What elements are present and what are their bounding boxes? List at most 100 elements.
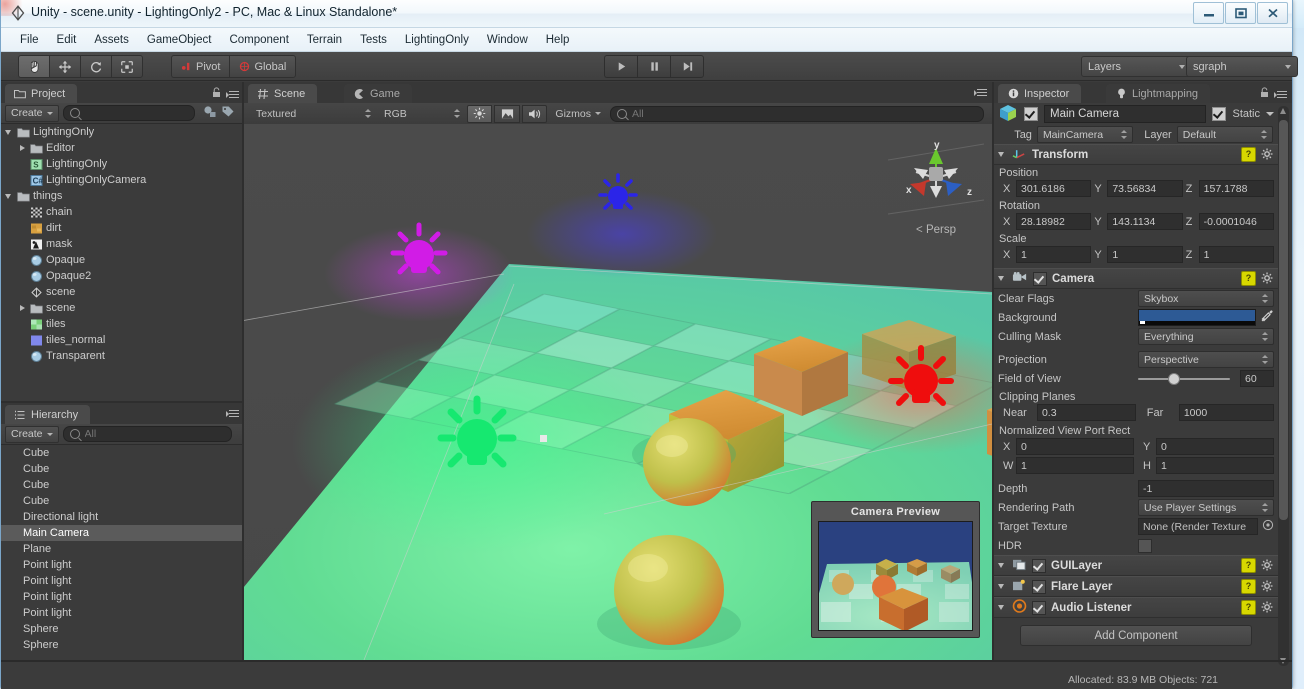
render-mode-dropdown[interactable]: RGB [378, 106, 465, 122]
menu-file[interactable]: File [11, 31, 48, 49]
viewport-h-field[interactable]: 1 [1156, 457, 1274, 474]
hierarchy-item[interactable]: Cube [1, 461, 244, 477]
clear-flags-dropdown[interactable]: Skybox [1138, 290, 1274, 307]
layer-dropdown[interactable]: Default [1176, 126, 1273, 143]
scale-y-field[interactable]: 1 [1107, 246, 1183, 263]
project-tree-item[interactable]: dirt [1, 220, 244, 236]
project-label-icon[interactable] [221, 105, 235, 121]
help-icon[interactable]: ? [1241, 147, 1256, 162]
project-tree-item[interactable]: Editor [1, 140, 244, 156]
gear-icon[interactable] [1261, 580, 1274, 593]
move-tool-button[interactable] [49, 55, 80, 78]
viewport-x-field[interactable]: 0 [1016, 438, 1134, 455]
gizmos-dropdown[interactable]: Gizmos [549, 106, 605, 122]
gear-icon[interactable] [1261, 272, 1274, 285]
scene-audio-toggle[interactable] [521, 104, 548, 123]
inspector-scrollbar[interactable] [1278, 106, 1289, 666]
layout-dropdown[interactable]: sgraph [1186, 56, 1298, 77]
collapse-triangle-icon[interactable] [998, 274, 1007, 283]
scene-search-field[interactable] [630, 106, 978, 121]
hierarchy-item[interactable]: Cube [1, 493, 244, 509]
menu-edit[interactable]: Edit [48, 31, 86, 49]
scene-projection-label[interactable]: < Persp [916, 224, 956, 236]
project-tree-item[interactable]: Transparent [1, 348, 244, 364]
expand-triangle-icon[interactable] [5, 128, 14, 137]
hierarchy-item[interactable]: Point light [1, 589, 244, 605]
project-create-button[interactable]: Create [5, 104, 59, 122]
chevron-down-icon[interactable] [1266, 112, 1274, 116]
pause-button[interactable] [637, 55, 670, 78]
hierarchy-item[interactable]: Plane [1, 541, 244, 557]
background-color-swatch[interactable] [1138, 309, 1256, 326]
target-texture-field[interactable]: None (Render Texture [1138, 518, 1258, 535]
tab-lightmapping[interactable]: Lightmapping [1106, 84, 1211, 103]
eyedropper-icon[interactable] [1260, 309, 1274, 326]
hierarchy-item[interactable]: Sphere [1, 637, 244, 653]
camera-component-header[interactable]: Camera ? [994, 268, 1278, 289]
project-tree-item[interactable]: tiles_normal [1, 332, 244, 348]
scene-viewport[interactable]: x y z < Persp Camera Preview [244, 124, 992, 660]
project-tree-item[interactable]: tiles [1, 316, 244, 332]
scene-search-input[interactable] [610, 105, 985, 122]
tab-hierarchy[interactable]: Hierarchy [5, 405, 91, 424]
scene-orientation-gizmo[interactable]: x y z [887, 138, 985, 227]
gear-icon[interactable] [1261, 559, 1274, 572]
menu-help[interactable]: Help [537, 31, 579, 49]
depth-field[interactable]: -1 [1138, 480, 1274, 497]
hdr-checkbox[interactable] [1138, 538, 1152, 553]
scale-z-field[interactable]: 1 [1198, 246, 1274, 263]
hierarchy-item[interactable]: Cube [1, 445, 244, 461]
scene-fx-toggle[interactable] [494, 104, 520, 123]
position-z-field[interactable]: 157.1788 [1198, 180, 1274, 197]
scroll-up-arrow-icon[interactable] [1280, 108, 1286, 114]
hierarchy-item[interactable]: Main Camera [1, 525, 244, 541]
step-button[interactable] [670, 55, 704, 78]
expand-triangle-icon[interactable] [5, 192, 14, 201]
collapse-triangle-icon[interactable] [998, 582, 1007, 591]
global-toggle[interactable]: Global [229, 55, 297, 78]
add-component-button[interactable]: Add Component [1020, 625, 1252, 646]
collapse-triangle-icon[interactable] [998, 603, 1007, 612]
tab-project[interactable]: Project [5, 84, 78, 103]
draw-mode-dropdown[interactable]: Textured [250, 106, 376, 122]
help-icon[interactable]: ? [1241, 600, 1256, 615]
maximize-button[interactable] [1225, 2, 1256, 24]
object-picker-icon[interactable] [1262, 519, 1274, 534]
tab-inspector[interactable]: Inspector [998, 84, 1082, 103]
rotate-tool-button[interactable] [80, 55, 111, 78]
fov-field[interactable]: 60 [1240, 370, 1274, 387]
close-button[interactable] [1257, 2, 1288, 24]
flarelayer-component-header[interactable]: Flare Layer ? [994, 576, 1278, 597]
hierarchy-item[interactable]: Point light [1, 557, 244, 573]
position-y-field[interactable]: 73.56834 [1107, 180, 1183, 197]
scale-tool-button[interactable] [111, 55, 143, 78]
camera-enabled-checkbox[interactable] [1033, 271, 1047, 286]
project-search-field[interactable] [82, 106, 188, 120]
hierarchy-search-input[interactable] [62, 426, 232, 442]
guilayer-component-header[interactable]: GUILayer ? [994, 555, 1278, 576]
panel-options-icon[interactable] [226, 408, 239, 418]
menu-component[interactable]: Component [220, 31, 297, 49]
help-icon[interactable]: ? [1241, 579, 1256, 594]
flarelayer-enabled-checkbox[interactable] [1032, 579, 1046, 594]
project-favorites-icon[interactable] [203, 105, 217, 121]
scrollbar-thumb[interactable] [1279, 120, 1288, 520]
viewport-w-field[interactable]: 1 [1016, 457, 1134, 474]
static-checkbox[interactable] [1212, 107, 1227, 121]
rotation-z-field[interactable]: -0.0001046 [1198, 213, 1274, 230]
project-tree-item[interactable]: scene [1, 300, 244, 316]
project-asset-tree[interactable]: LightingOnly Editor S LightingOnly C# Lightin… [1, 124, 244, 403]
audiolistener-enabled-checkbox[interactable] [1032, 600, 1046, 615]
transform-component-header[interactable]: Transform ? [994, 144, 1278, 165]
hierarchy-create-button[interactable]: Create [5, 425, 59, 443]
help-icon[interactable]: ? [1241, 271, 1256, 286]
tag-dropdown[interactable]: MainCamera [1036, 126, 1134, 143]
guilayer-enabled-checkbox[interactable] [1032, 558, 1046, 573]
hierarchy-object-list[interactable]: Cube Cube Cube Cube Directional light Main Ca… [1, 445, 244, 661]
menu-tests[interactable]: Tests [351, 31, 396, 49]
help-icon[interactable]: ? [1241, 558, 1256, 573]
rotation-x-field[interactable]: 28.18982 [1016, 213, 1092, 230]
scene-lighting-toggle[interactable] [466, 104, 493, 123]
pivot-toggle[interactable]: Pivot [171, 55, 230, 78]
gameobject-name-field[interactable]: Main Camera [1044, 105, 1207, 123]
